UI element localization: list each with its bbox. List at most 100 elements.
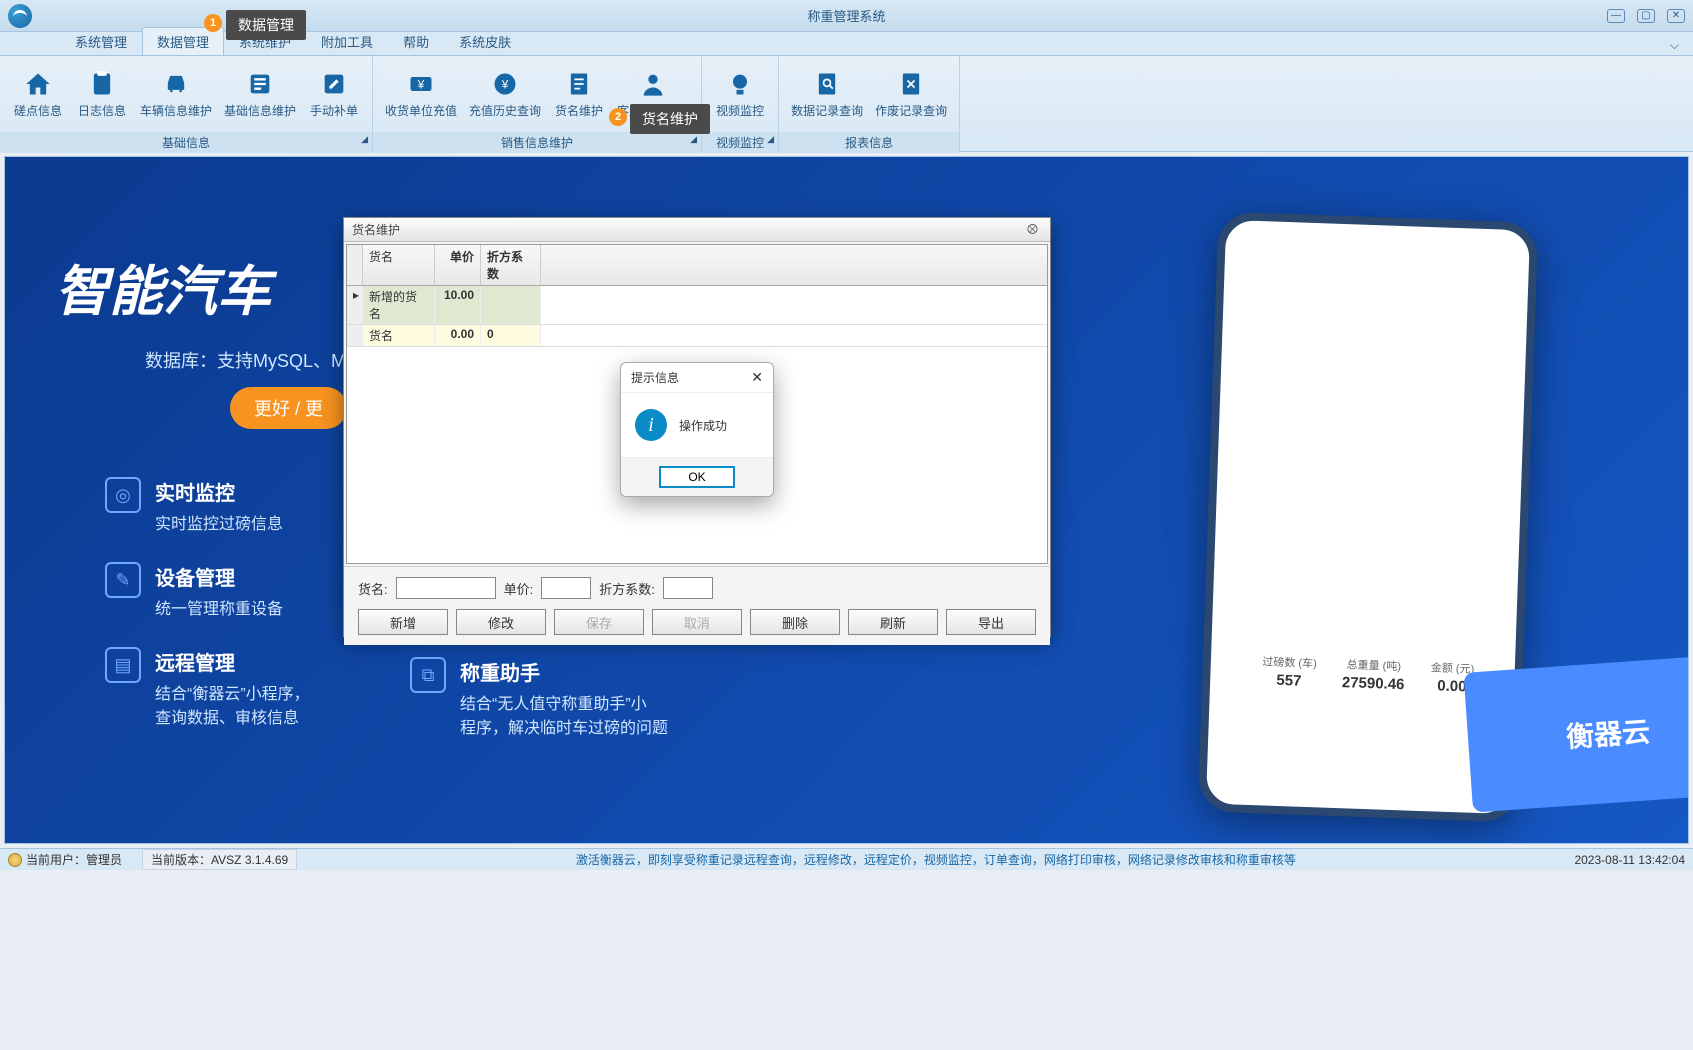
col-header-factor[interactable]: 折方系数 (481, 245, 541, 285)
ribbon-goods-name[interactable]: 货名维护 (547, 60, 611, 128)
app-logo-icon (8, 4, 32, 28)
message-box: 提示信息 ✕ i 操作成功 OK (620, 362, 774, 497)
grid-header: 货名 单价 折方系数 (347, 245, 1047, 286)
void-doc-icon (895, 70, 927, 98)
status-user: 管理员 (86, 851, 122, 868)
refresh-button[interactable]: 刷新 (848, 609, 938, 635)
menu-tab-help[interactable]: 帮助 (388, 27, 444, 55)
msgbox-title-bar[interactable]: 提示信息 ✕ (621, 363, 773, 393)
close-window-button[interactable]: ✕ (1667, 9, 1685, 23)
ribbon-group-label-video: 视频监控◢ (702, 132, 778, 153)
status-version: 当前版本：AVSZ 3.1.4.69 (142, 849, 297, 870)
name-input[interactable] (396, 577, 496, 599)
factor-label: 折方系数: (599, 579, 655, 598)
name-label: 货名: (358, 579, 388, 598)
ribbon-site-info[interactable]: 磋点信息 (6, 60, 70, 128)
info-icon: i (635, 409, 667, 441)
ribbon-vehicle-info[interactable]: 车辆信息维护 (134, 60, 218, 128)
history-icon: ¥ (489, 70, 521, 98)
status-marquee: 激活衡器云，即刻享受称重记录远程查询，远程修改，远程定价，视频监控，订单查询，网… (297, 851, 1574, 868)
add-button[interactable]: 新增 (358, 609, 448, 635)
grid-row[interactable]: ▸ 新增的货名 10.00 (347, 286, 1047, 325)
list-icon (244, 70, 276, 98)
ribbon-recharge-history[interactable]: ¥充值历史查询 (463, 60, 547, 128)
maximize-button[interactable]: ▢ (1637, 9, 1655, 23)
ribbon-log-info[interactable]: 日志信息 (70, 60, 134, 128)
content-area: 智能汽车 数据库：支持MySQL、M 更好 / 更 ◎ 实时监控实时监控过磅信息… (4, 156, 1689, 844)
dialog-form: 货名: 单价: 折方系数: 新增 修改 保存 取消 删除 刷新 导出 (344, 566, 1050, 645)
ribbon-group-label-report: 报表信息 (779, 132, 959, 153)
delete-button[interactable]: 删除 (750, 609, 840, 635)
bg-pill: 更好 / 更 (230, 387, 347, 429)
price-label: 单价: (504, 579, 534, 598)
ribbon-data-query[interactable]: 数据记录查询 (785, 60, 869, 128)
cancel-button: 取消 (652, 609, 742, 635)
msgbox-ok-button[interactable]: OK (659, 466, 735, 488)
minimize-button[interactable]: — (1607, 9, 1625, 23)
user-icon (637, 70, 669, 98)
helper-icon: ⧉ (410, 657, 446, 693)
money-icon: ¥ (405, 70, 437, 98)
msgbox-text: 操作成功 (679, 417, 727, 434)
svg-text:¥: ¥ (501, 78, 509, 91)
callout-badge-1: 1 (204, 14, 222, 32)
ribbon-manual-order[interactable]: 手动补单 (302, 60, 366, 128)
bg-features: ◎ 实时监控实时监控过磅信息 ✎ 设备管理统一管理称重设备 ▤ 远程管理结合“衡… (105, 477, 310, 756)
doc-icon (563, 70, 595, 98)
bg-subheading: 数据库：支持MySQL、M (145, 347, 346, 373)
svg-text:¥: ¥ (417, 78, 425, 91)
factor-input[interactable] (663, 577, 713, 599)
ribbon-basic-info[interactable]: 基础信息维护 (218, 60, 302, 128)
ribbon-group-label-basic: 基础信息◢ (0, 132, 372, 153)
truck-graphic: 衡器云 (1463, 653, 1689, 812)
col-header-price[interactable]: 单价 (435, 245, 481, 285)
callout-tooltip-1: 数据管理 (226, 10, 306, 40)
menu-tab-addon[interactable]: 附加工具 (306, 27, 388, 55)
user-icon (8, 853, 22, 867)
home-icon (22, 70, 54, 98)
car-icon (160, 70, 192, 98)
status-user-label: 当前用户： (26, 851, 86, 868)
col-header-name[interactable]: 货名 (363, 245, 435, 285)
group-launcher-icon[interactable]: ◢ (690, 134, 697, 145)
ribbon-group-basic: 磋点信息 日志信息 车辆信息维护 基础信息维护 手动补单 基础信息◢ (0, 56, 373, 151)
callout-badge-2: 2 (609, 108, 627, 126)
feature-remote: ▤ 远程管理结合“衡器云”小程序， 查询数据、审核信息 (105, 647, 310, 728)
ribbon: 磋点信息 日志信息 车辆信息维护 基础信息维护 手动补单 基础信息◢ ¥收货单位… (0, 56, 1693, 152)
clipboard-icon (86, 70, 118, 98)
dialog-title-bar[interactable]: 货名维护 ⮾ (344, 218, 1050, 242)
export-button[interactable]: 导出 (946, 609, 1036, 635)
edit-icon (318, 70, 350, 98)
camera-icon (724, 70, 756, 98)
row-indicator-icon: ▸ (347, 286, 363, 324)
status-bar: 当前用户： 管理员 当前版本：AVSZ 3.1.4.69 激活衡器云，即刻享受称… (0, 848, 1693, 870)
ribbon-video[interactable]: 视频监控 (708, 60, 772, 128)
group-launcher-icon[interactable]: ◢ (361, 134, 368, 145)
group-launcher-icon[interactable]: ◢ (767, 134, 774, 145)
msgbox-close-button[interactable]: ✕ (751, 369, 763, 386)
ribbon-group-video: 视频监控 视频监控◢ (702, 56, 779, 151)
menu-tab-system[interactable]: 系统管理 (60, 27, 142, 55)
ribbon-recharge[interactable]: ¥收货单位充值 (379, 60, 463, 128)
ribbon-expand-button[interactable]: ⌵ (1664, 36, 1685, 55)
dialog-close-button[interactable]: ⮾ (1023, 221, 1042, 238)
remote-icon: ▤ (105, 647, 141, 683)
bg-heading: 智能汽车 (55, 247, 271, 326)
grid-row[interactable]: 货名 0.00 0 (347, 325, 1047, 347)
save-button: 保存 (554, 609, 644, 635)
menu-tab-skin[interactable]: 系统皮肤 (444, 27, 526, 55)
ribbon-group-report: 数据记录查询 作废记录查询 报表信息 (779, 56, 960, 151)
device-icon: ✎ (105, 562, 141, 598)
ribbon-void-query[interactable]: 作废记录查询 (869, 60, 953, 128)
monitor-icon: ◎ (105, 477, 141, 513)
app-title: 称重管理系统 (807, 6, 885, 25)
phone-stats: 过磅数 (车)557 总重量 (吨)27590.46 金额 (元)0.00 (1247, 643, 1489, 706)
edit-button[interactable]: 修改 (456, 609, 546, 635)
price-input[interactable] (541, 577, 591, 599)
ribbon-group-label-sales: 销售信息维护◢ (373, 132, 701, 153)
status-time: 2023-08-11 13:42:04 (1574, 853, 1685, 867)
callout-tooltip-2: 货名维护 (630, 104, 710, 134)
search-doc-icon (811, 70, 843, 98)
bg-feature-helper: ⧉ 称重助手结合“无人值守称重助手”小 程序，解决临时车过磅的问题 (410, 657, 668, 766)
feature-device: ✎ 设备管理统一管理称重设备 (105, 562, 310, 619)
